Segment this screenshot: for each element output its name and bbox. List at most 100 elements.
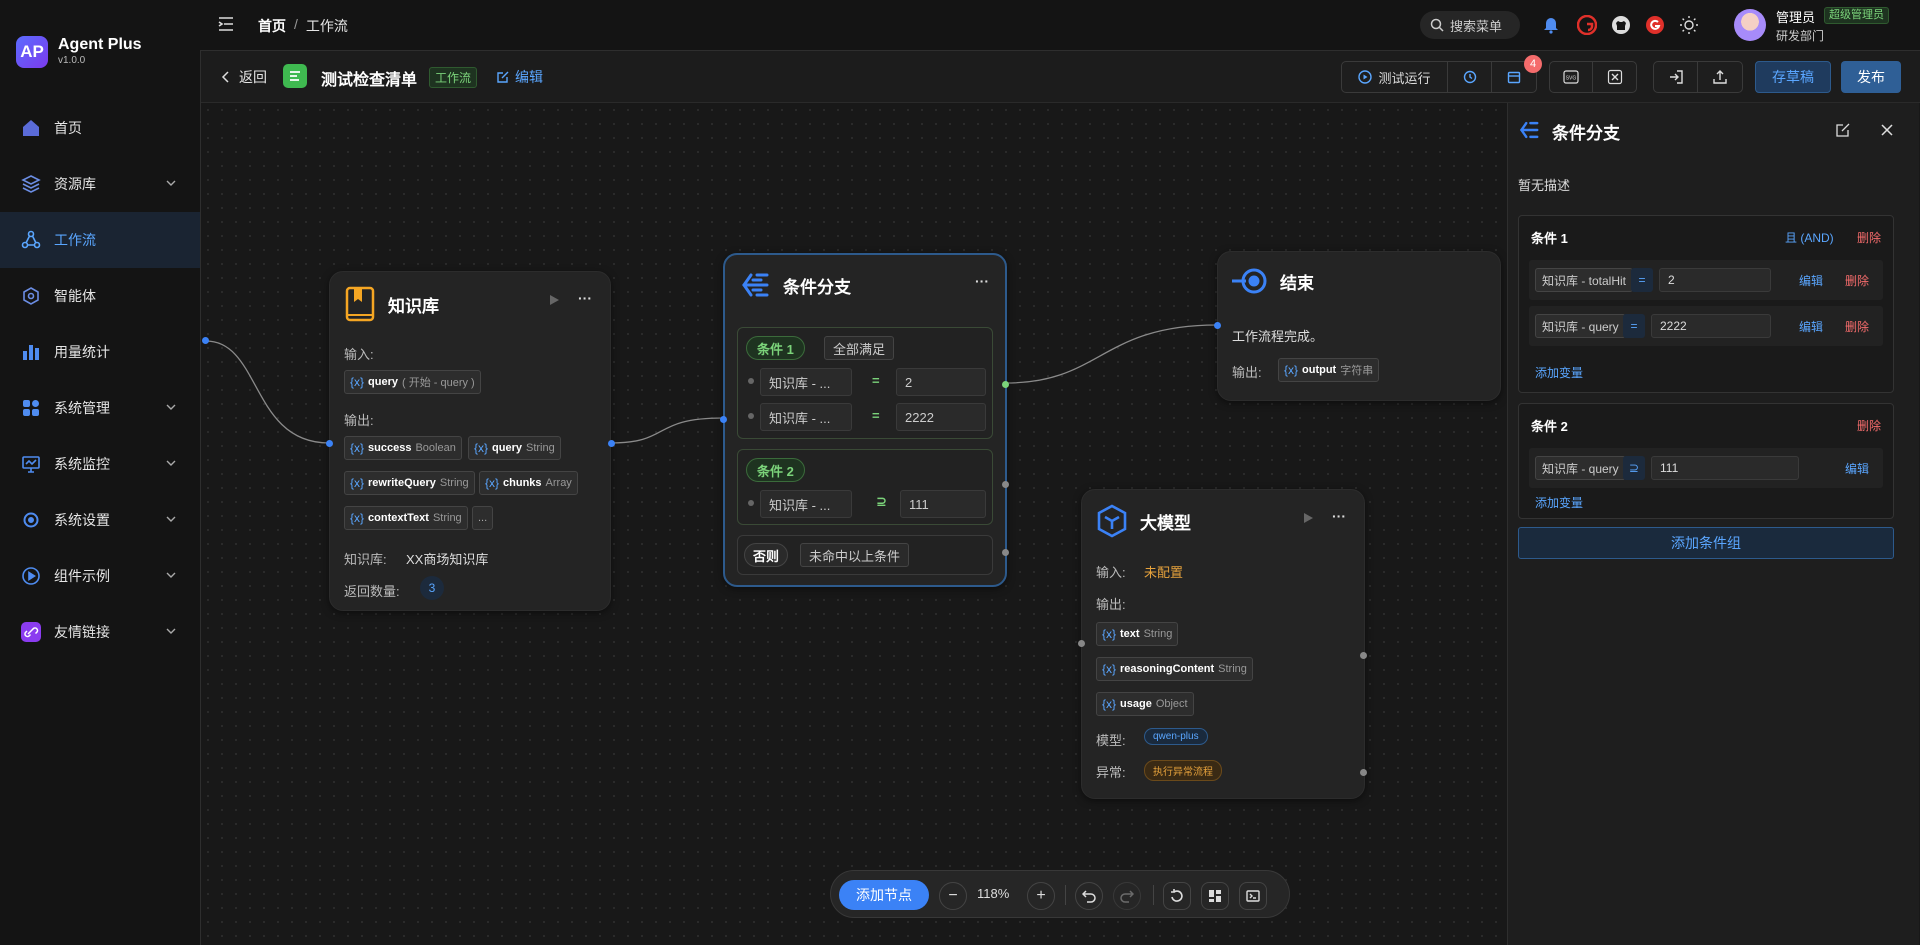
- zoom-in-button[interactable]: +: [1027, 882, 1055, 910]
- input-port[interactable]: [720, 416, 727, 423]
- start-output-port[interactable]: [202, 337, 209, 344]
- condition-operator[interactable]: =: [1631, 268, 1653, 292]
- export-excel-button[interactable]: [1593, 62, 1636, 92]
- export-svg-button[interactable]: SVG: [1550, 62, 1594, 92]
- delete-button[interactable]: 删除: [1845, 318, 1869, 335]
- delete-group-button[interactable]: 删除: [1857, 417, 1881, 434]
- row-dot: [748, 413, 754, 419]
- condition-1-tag: 条件 1: [746, 336, 805, 360]
- avatar[interactable]: [1734, 9, 1766, 41]
- error-port[interactable]: [1360, 769, 1367, 776]
- add-condition-group-button[interactable]: 添加条件组: [1518, 527, 1894, 559]
- run-node-icon[interactable]: [548, 294, 560, 306]
- edit-button[interactable]: 编辑: [1845, 460, 1869, 477]
- edit-button[interactable]: 编辑: [1799, 272, 1823, 289]
- output-port[interactable]: [608, 440, 615, 447]
- sidebar-item-label: 友情链接: [54, 624, 110, 640]
- undo-icon: [1082, 890, 1096, 903]
- condition-2-port[interactable]: [1002, 481, 1009, 488]
- count-value: 3: [420, 576, 444, 600]
- condition-value-input[interactable]: 2222: [1651, 314, 1771, 338]
- run-node-icon[interactable]: [1302, 512, 1314, 524]
- layout-grid-button[interactable]: [1201, 882, 1229, 910]
- input-port[interactable]: [326, 440, 333, 447]
- condition-field[interactable]: 知识库 - query: [1535, 314, 1626, 338]
- else-text: 未命中以上条件: [800, 543, 910, 567]
- sidebar-item-system-admin[interactable]: 系统管理: [0, 380, 200, 436]
- edit-icon[interactable]: [1836, 123, 1850, 137]
- condition-group-2: 条件 2 删除 知识库 - query ⊇ 111 编辑 添加变量: [1518, 403, 1894, 519]
- condition-field[interactable]: 知识库 - query: [1535, 456, 1626, 480]
- more-outputs[interactable]: ...: [472, 506, 494, 530]
- back-button[interactable]: 返回: [221, 67, 267, 87]
- history-button[interactable]: [1448, 62, 1492, 92]
- sidebar-item-agent[interactable]: 智能体: [0, 268, 200, 324]
- console-button[interactable]: [1239, 882, 1267, 910]
- bell-icon[interactable]: [1540, 14, 1562, 36]
- save-draft-button[interactable]: 存草稿: [1755, 61, 1831, 93]
- logic-toggle[interactable]: 且 (AND): [1785, 229, 1834, 246]
- delete-group-button[interactable]: 删除: [1857, 229, 1881, 246]
- condition-value-input[interactable]: 2: [1659, 268, 1771, 292]
- import-button[interactable]: [1654, 62, 1699, 92]
- sidebar-item-system-monitor[interactable]: 系统监控: [0, 436, 200, 492]
- import-icon: [1669, 70, 1683, 84]
- breadcrumb-current: 工作流: [305, 18, 348, 34]
- panel-description: 暂无描述: [1518, 178, 1571, 193]
- else-tag: 否则: [744, 543, 789, 567]
- add-node-button[interactable]: 添加节点: [839, 880, 929, 910]
- node-end[interactable]: 结束 工作流程完成。 输出: {x} output 字符串: [1214, 251, 1501, 401]
- publish-button[interactable]: 发布: [1841, 61, 1901, 93]
- condition-operator[interactable]: ⊇: [1623, 456, 1645, 480]
- output-port[interactable]: [1360, 652, 1367, 659]
- theme-sun-icon[interactable]: [1678, 14, 1700, 36]
- node-condition-branch[interactable]: 条件分支 ··· 条件 1 全部满足 知识库 - ... = 2 知识库 - .…: [720, 253, 1009, 587]
- brand[interactable]: AP Agent Plus v1.0.0: [16, 36, 142, 68]
- sidebar-item-workflow[interactable]: 工作流: [0, 212, 200, 268]
- sidebar-item-resources[interactable]: 资源库: [0, 156, 200, 212]
- sidebar-item-usage[interactable]: 用量统计: [0, 324, 200, 380]
- svg-file-icon: SVG: [1563, 70, 1579, 84]
- auto-layout-button[interactable]: [1163, 882, 1191, 910]
- condition-field[interactable]: 知识库 - totalHit: [1535, 268, 1634, 292]
- gitcode-icon[interactable]: [1644, 14, 1666, 36]
- node-llm[interactable]: 大模型 ··· 输入: 未配置 输出: {x} text String {x} rea…: [1078, 489, 1367, 799]
- github-icon[interactable]: [1610, 14, 1632, 36]
- breadcrumb-home[interactable]: 首页: [258, 16, 286, 36]
- more-icon[interactable]: ···: [1332, 509, 1348, 523]
- more-icon[interactable]: ···: [975, 274, 991, 288]
- delete-button[interactable]: 删除: [1845, 272, 1869, 289]
- edit-button[interactable]: 编辑: [1799, 318, 1823, 335]
- condition-operator: =: [872, 373, 880, 388]
- sidebar-item-components[interactable]: 组件示例: [0, 548, 200, 604]
- condition-1-port[interactable]: [1002, 381, 1009, 388]
- gitee-icon[interactable]: [1576, 14, 1598, 36]
- more-icon[interactable]: ···: [578, 291, 594, 305]
- add-variable-button[interactable]: 添加变量: [1535, 364, 1583, 381]
- else-port[interactable]: [1002, 549, 1009, 556]
- add-variable-button[interactable]: 添加变量: [1535, 494, 1583, 511]
- sidebar-item-home[interactable]: 首页: [0, 100, 200, 156]
- condition-group-1: 条件 1 且 (AND) 删除 知识库 - totalHit = 2 编辑 删除…: [1518, 215, 1894, 393]
- condition-value: 2: [896, 368, 986, 396]
- condition-operator[interactable]: =: [1623, 314, 1645, 338]
- sidebar-item-links[interactable]: 友情链接: [0, 604, 200, 660]
- zoom-out-button[interactable]: −: [939, 882, 967, 910]
- input-port[interactable]: [1078, 640, 1085, 647]
- sidebar-item-system-settings[interactable]: 系统设置: [0, 492, 200, 548]
- upload-icon: [1713, 70, 1727, 84]
- condition-value-input[interactable]: 111: [1651, 456, 1799, 480]
- user-name[interactable]: 管理员: [1776, 7, 1815, 26]
- menu-search[interactable]: 搜索菜单: [1420, 11, 1520, 39]
- edit-workflow-button[interactable]: 编辑: [497, 67, 543, 87]
- upload-button[interactable]: [1698, 62, 1742, 92]
- node-knowledge-base[interactable]: 知识库 ··· 输入: {x} query( 开始 - query ) 输出: {…: [326, 271, 615, 611]
- redo-button[interactable]: [1113, 882, 1141, 910]
- input-port[interactable]: [1214, 322, 1221, 329]
- user-role-badge: 超级管理员: [1824, 7, 1889, 24]
- test-run-button[interactable]: 测试运行: [1342, 62, 1448, 92]
- close-icon[interactable]: [1880, 123, 1894, 137]
- condition-2-box: 条件 2 知识库 - ... ⊇ 111: [737, 449, 993, 525]
- undo-button[interactable]: [1075, 882, 1103, 910]
- menu-toggle-icon[interactable]: [216, 14, 236, 34]
